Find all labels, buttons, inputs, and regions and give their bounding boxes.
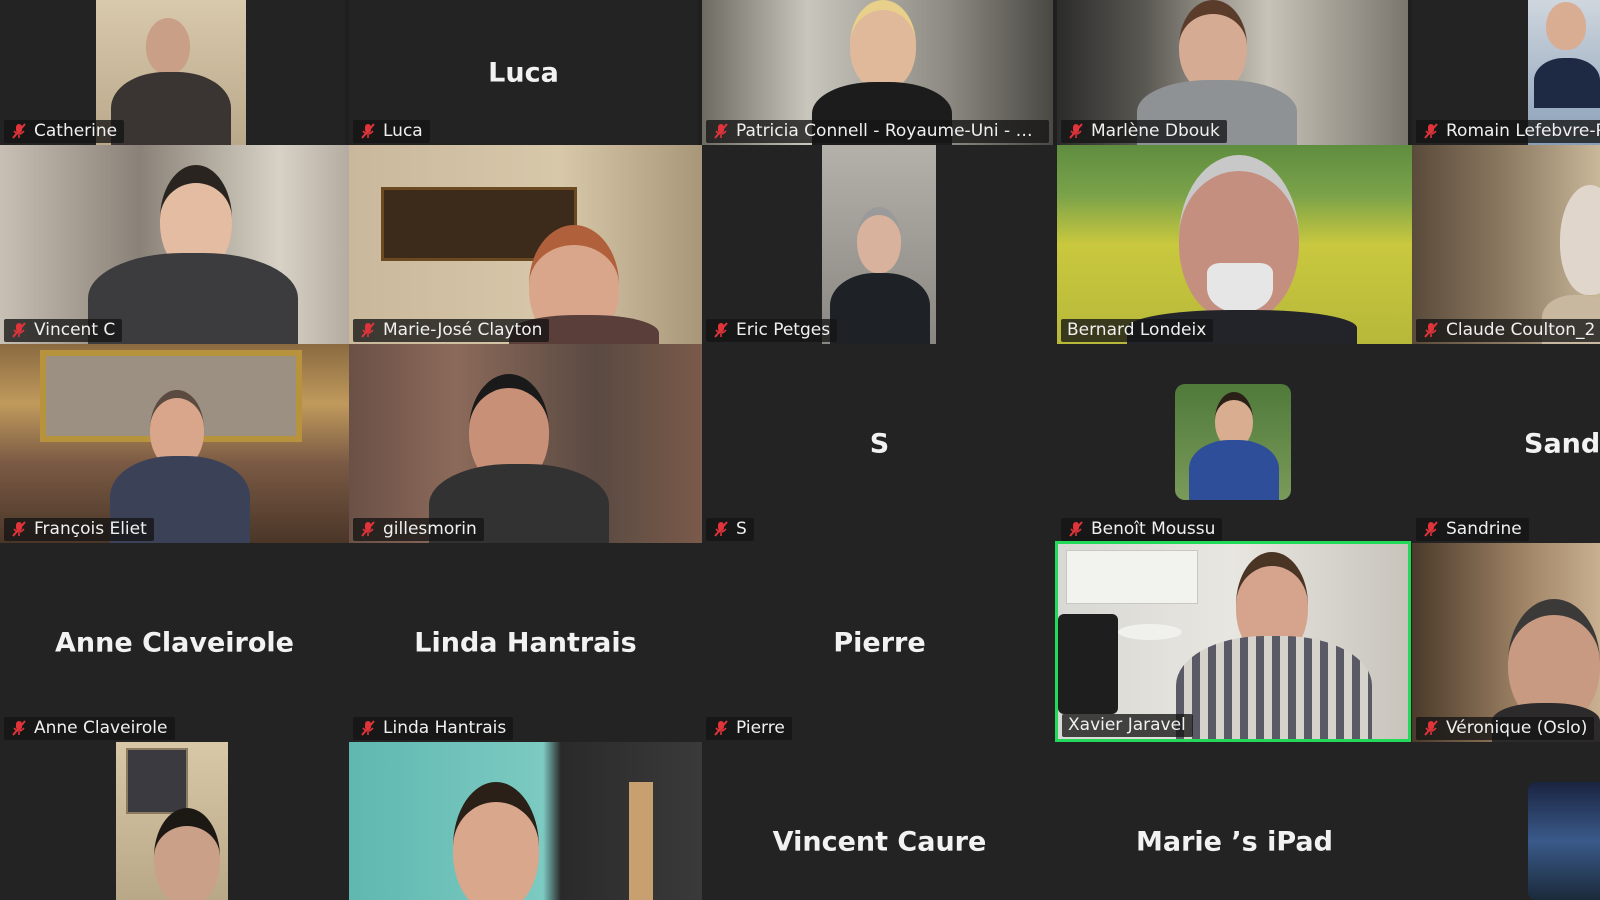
- mic-muted-icon: [12, 322, 26, 338]
- participant-name-label: Eric Petges: [706, 319, 838, 342]
- participant-tile-eric-petges[interactable]: Eric Petges: [702, 145, 1057, 344]
- participant-name-label: Linda Hantrais: [353, 717, 514, 740]
- participant-tile-marlene-dbouk[interactable]: Marlène Dbouk: [1057, 0, 1408, 145]
- participant-display-name: Luca: [488, 57, 559, 88]
- mic-muted-icon: [361, 123, 375, 139]
- video-feed: [349, 742, 702, 900]
- video-feed: [0, 145, 349, 344]
- participant-tile-francois-eliet[interactable]: François Eliet: [0, 344, 349, 543]
- participant-name-label: Xavier Jaravel: [1062, 714, 1193, 737]
- participant-tile-romain-lefebvre[interactable]: Romain Lefebvre-R: [1412, 0, 1600, 145]
- participant-tile-marie-ipad[interactable]: Marie ’s iPad: [1057, 742, 1412, 900]
- participant-tile-veronique-oslo[interactable]: Véronique (Oslo): [1412, 543, 1600, 742]
- participant-tile-linda-hantrais[interactable]: Linda Hantrais Linda Hantrais: [349, 543, 702, 742]
- participant-display-name: Sandr: [1524, 428, 1600, 459]
- mic-muted-icon: [361, 720, 375, 736]
- video-feed: [349, 344, 702, 543]
- participant-tile-xavier-jaravel-active-speaker[interactable]: Xavier Jaravel: [1055, 541, 1411, 742]
- participant-tile-row5-1[interactable]: [0, 742, 349, 900]
- participant-display-name: Pierre: [833, 627, 926, 658]
- participant-name-label: Claude Coulton_2: [1416, 319, 1600, 342]
- participant-tile-row5-2[interactable]: [349, 742, 702, 900]
- participant-tile-catherine[interactable]: Catherine: [0, 0, 345, 145]
- participant-name-label: Luca: [353, 120, 430, 143]
- gallery-grid: Catherine Luca Luca Patricia Connell - R…: [0, 0, 1600, 900]
- participant-name-label: Pierre: [706, 717, 792, 740]
- participant-name-label: François Eliet: [4, 518, 154, 541]
- mic-muted-icon: [1424, 521, 1438, 537]
- mic-muted-icon: [714, 720, 728, 736]
- participant-tile-marie-jose-clayton[interactable]: Marie-José Clayton: [349, 145, 702, 344]
- video-feed: [116, 742, 228, 900]
- participant-name-label: Anne Claveirole: [4, 717, 175, 740]
- participant-tile-s[interactable]: S S: [702, 344, 1057, 543]
- video-feed: [1057, 145, 1412, 344]
- participant-name-label: Véronique (Oslo): [1416, 717, 1595, 740]
- mic-muted-icon: [1069, 123, 1083, 139]
- video-feed: [0, 344, 349, 543]
- mic-muted-icon: [714, 322, 728, 338]
- mic-muted-icon: [12, 123, 26, 139]
- mic-muted-icon: [361, 521, 375, 537]
- profile-picture: [1175, 384, 1291, 500]
- participant-display-name: Linda Hantrais: [414, 627, 637, 658]
- participant-display-name: Anne Claveirole: [55, 627, 294, 658]
- participant-display-name: Marie ’s iPad: [1136, 826, 1333, 858]
- video-feed: [822, 145, 936, 344]
- video-feed: [1058, 544, 1408, 739]
- mic-muted-icon: [12, 720, 26, 736]
- video-feed: [1412, 543, 1600, 742]
- mic-muted-icon: [1424, 123, 1438, 139]
- participant-name-label: Patricia Connell - Royaume-Uni - Co...: [706, 120, 1049, 143]
- participant-tile-pierre[interactable]: Pierre Pierre: [702, 543, 1057, 742]
- participant-display-name: Vincent Caure: [772, 826, 987, 858]
- mic-muted-icon: [1069, 521, 1083, 537]
- participant-name-label: gillesmorin: [353, 518, 484, 541]
- mic-muted-icon: [714, 521, 728, 537]
- participant-tile-patricia-connell[interactable]: Patricia Connell - Royaume-Uni - Co...: [702, 0, 1053, 145]
- participant-tile-sandrine[interactable]: Sandr Sandrine: [1412, 344, 1600, 543]
- participant-name-label: Benoît Moussu: [1061, 518, 1223, 541]
- participant-name-label: Vincent C: [4, 319, 123, 342]
- participant-tile-vincent-c[interactable]: Vincent C: [0, 145, 349, 344]
- participant-name-label: S: [706, 518, 754, 541]
- participant-name-label: Marie-José Clayton: [353, 319, 550, 342]
- video-feed: [1528, 782, 1600, 900]
- video-feed: [1412, 145, 1600, 344]
- mic-muted-icon: [1424, 720, 1438, 736]
- participant-tile-anne-claveirole[interactable]: Anne Claveirole Anne Claveirole: [0, 543, 349, 742]
- mic-muted-icon: [12, 521, 26, 537]
- video-feed: [349, 145, 702, 344]
- participant-tile-vincent-caure[interactable]: Vincent Caure: [702, 742, 1057, 900]
- mic-muted-icon: [714, 123, 728, 139]
- participant-tile-bernard-londeix[interactable]: Bernard Londeix: [1057, 145, 1412, 344]
- participant-tile-claude-coulton[interactable]: Claude Coulton_2: [1412, 145, 1600, 344]
- participant-tile-benoit-moussu[interactable]: Benoît Moussu: [1057, 344, 1412, 543]
- participant-name-label: Bernard Londeix: [1061, 319, 1214, 342]
- participant-name-label: Sandrine: [1416, 518, 1529, 541]
- mic-muted-icon: [1424, 322, 1438, 338]
- participant-tile-luca[interactable]: Luca Luca: [349, 0, 698, 145]
- participant-name-label: Catherine: [4, 120, 125, 143]
- participant-tile-gillesmorin[interactable]: gillesmorin: [349, 344, 702, 543]
- participant-tile-row5-5[interactable]: [1412, 742, 1600, 900]
- mic-muted-icon: [361, 322, 375, 338]
- participant-name-label: Marlène Dbouk: [1061, 120, 1227, 143]
- participant-name-label: Romain Lefebvre-R: [1416, 120, 1600, 143]
- participant-display-name: S: [869, 428, 890, 459]
